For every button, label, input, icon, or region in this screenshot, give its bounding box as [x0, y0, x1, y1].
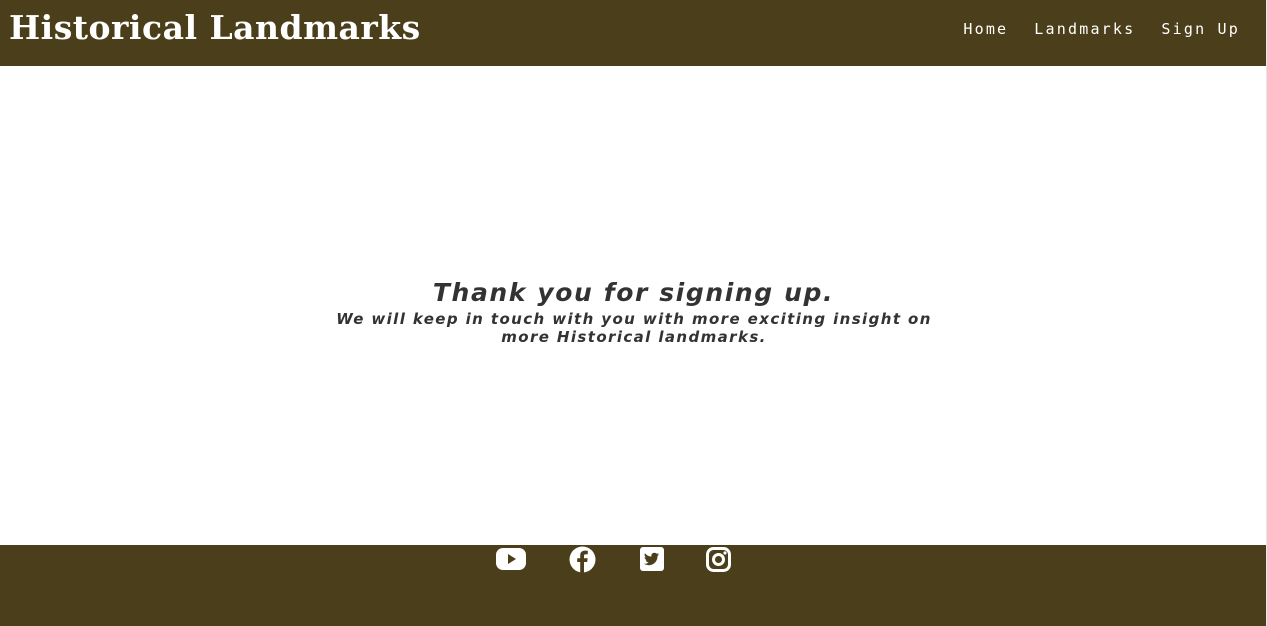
main-content: Thank you for signing up. We will keep i… — [0, 66, 1267, 545]
site-header: Historical Landmarks Home Landmarks Sign… — [0, 0, 1267, 66]
thank-you-heading: Thank you for signing up. — [432, 278, 835, 307]
thank-you-message: We will keep in touch with you with more… — [336, 310, 932, 346]
nav-landmarks-link[interactable]: Landmarks — [1034, 19, 1135, 39]
page: Historical Landmarks Home Landmarks Sign… — [0, 0, 1267, 626]
main-nav: Home Landmarks Sign Up — [963, 19, 1240, 39]
nav-home-link[interactable]: Home — [963, 19, 1008, 39]
nav-signup-link[interactable]: Sign Up — [1161, 19, 1240, 39]
site-brand[interactable]: Historical Landmarks — [9, 8, 421, 48]
youtube-icon[interactable] — [495, 545, 526, 573]
facebook-icon[interactable] — [569, 545, 596, 573]
twitter-icon[interactable] — [639, 545, 664, 573]
site-footer — [0, 545, 1267, 626]
instagram-icon[interactable] — [706, 545, 731, 573]
